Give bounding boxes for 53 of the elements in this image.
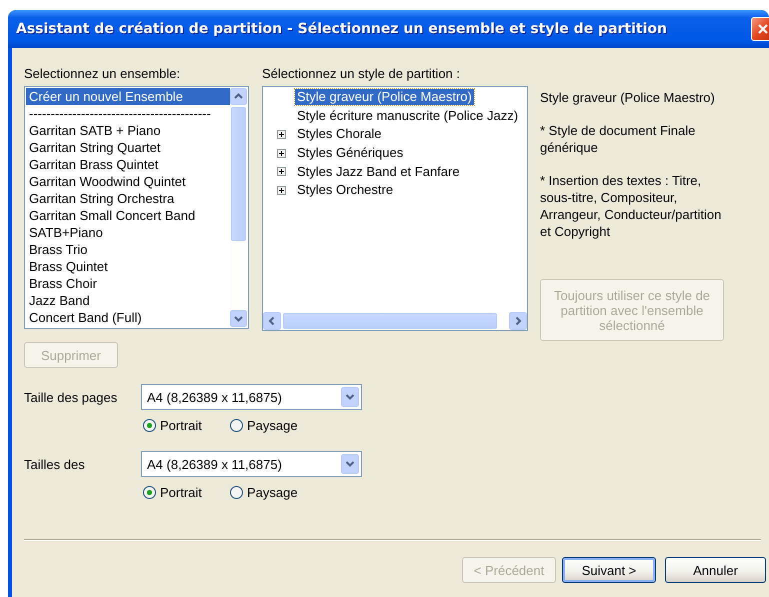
dialog-button[interactable]: Annuler bbox=[665, 557, 766, 583]
list-item[interactable]: Garritan Brass Quintet bbox=[26, 156, 230, 173]
list-item[interactable]: Brass Trio bbox=[26, 241, 230, 258]
radio-label[interactable]: Paysage bbox=[247, 484, 298, 500]
list-item[interactable]: Concert Band (Full) bbox=[26, 309, 230, 326]
size-dropdown[interactable]: A4 (8,26389 x 11,6875) bbox=[141, 384, 362, 410]
list-item[interactable]: Jazz Band bbox=[26, 292, 230, 309]
radio-button[interactable] bbox=[230, 418, 243, 432]
vertical-scrollbar[interactable] bbox=[230, 88, 247, 327]
tree-item[interactable]: Style graveur (Police Maestro) bbox=[295, 89, 474, 106]
tree-item[interactable]: Styles Chorale bbox=[295, 126, 384, 142]
list-item[interactable]: Garritan String Quartet bbox=[26, 139, 230, 156]
list-item[interactable]: Garritan Woodwind Quintet bbox=[26, 173, 230, 190]
tree-item[interactable]: Style écriture manuscrite (Police Jazz) bbox=[295, 108, 520, 124]
list-item[interactable]: Brass Choir bbox=[26, 275, 230, 292]
list-item[interactable]: SATB+Piano bbox=[26, 224, 230, 241]
close-button[interactable] bbox=[751, 17, 769, 41]
field-label: Tailles des bbox=[24, 456, 86, 472]
description-text: * Insertion des textes : Titre, sous-titre, Compositeur, Arrangeur, Conducteur/partition et Copyright bbox=[540, 172, 722, 240]
tree-item[interactable]: Styles Jazz Band et Fanfare bbox=[295, 164, 462, 180]
tree-item[interactable]: Styles Génériques bbox=[295, 145, 406, 162]
list-item[interactable]: Créer un nouvel Ensemble bbox=[26, 88, 230, 105]
scroll-right-icon bbox=[509, 312, 527, 330]
expand-icon[interactable] bbox=[277, 130, 286, 139]
expand-icon[interactable] bbox=[277, 167, 286, 176]
list-label: Selectionnez un ensemble: bbox=[24, 66, 182, 82]
radio-label[interactable]: Paysage bbox=[247, 418, 298, 432]
scroll-up-icon bbox=[230, 88, 247, 105]
dialog-button[interactable]: Suivant > bbox=[562, 557, 656, 583]
radio-button[interactable] bbox=[143, 486, 156, 498]
list-item[interactable]: Garritan String Orchestra bbox=[26, 190, 230, 207]
radio-button[interactable] bbox=[143, 418, 156, 432]
radio-button[interactable] bbox=[230, 486, 243, 498]
description-text: Style graveur (Police Maestro) bbox=[540, 89, 716, 106]
scroll-left-icon bbox=[263, 312, 281, 330]
expand-icon[interactable] bbox=[277, 186, 286, 195]
list-item[interactable]: Brass Quintet bbox=[26, 258, 230, 275]
window-title: Assistant de création de partition - Sélectionnez un ensemble et style de partition bbox=[16, 21, 668, 37]
field-label: Taille des pages bbox=[24, 390, 118, 404]
scroll-down-icon bbox=[230, 310, 247, 327]
size-dropdown[interactable]: A4 (8,26389 x 11,6875) bbox=[141, 451, 362, 477]
list-item[interactable]: Garritan Small Concert Band bbox=[26, 207, 230, 224]
tree-item[interactable]: Styles Orchestre bbox=[295, 182, 396, 198]
expand-icon[interactable] bbox=[277, 148, 286, 158]
description-text: * Style de document Finale générique bbox=[540, 122, 696, 156]
tree-label: Sélectionnez un style de partition : bbox=[262, 66, 462, 82]
radio-label[interactable]: Portrait bbox=[160, 418, 202, 432]
radio-label[interactable]: Portrait bbox=[160, 484, 202, 500]
style-tree[interactable]: Style graveur (Police Maestro) Style écriture manuscrite (Police Jazz) Styles Chorale Styles Génériques Styles Jazz Band et Fanfare Styles Orchestre bbox=[262, 86, 528, 331]
horizontal-scrollbar[interactable] bbox=[263, 312, 527, 330]
ensemble-list[interactable] bbox=[24, 86, 249, 329]
list-item[interactable]: Garritan SATB + Piano bbox=[26, 122, 230, 139]
list-item[interactable]: ------------------------------------------ bbox=[26, 105, 230, 122]
